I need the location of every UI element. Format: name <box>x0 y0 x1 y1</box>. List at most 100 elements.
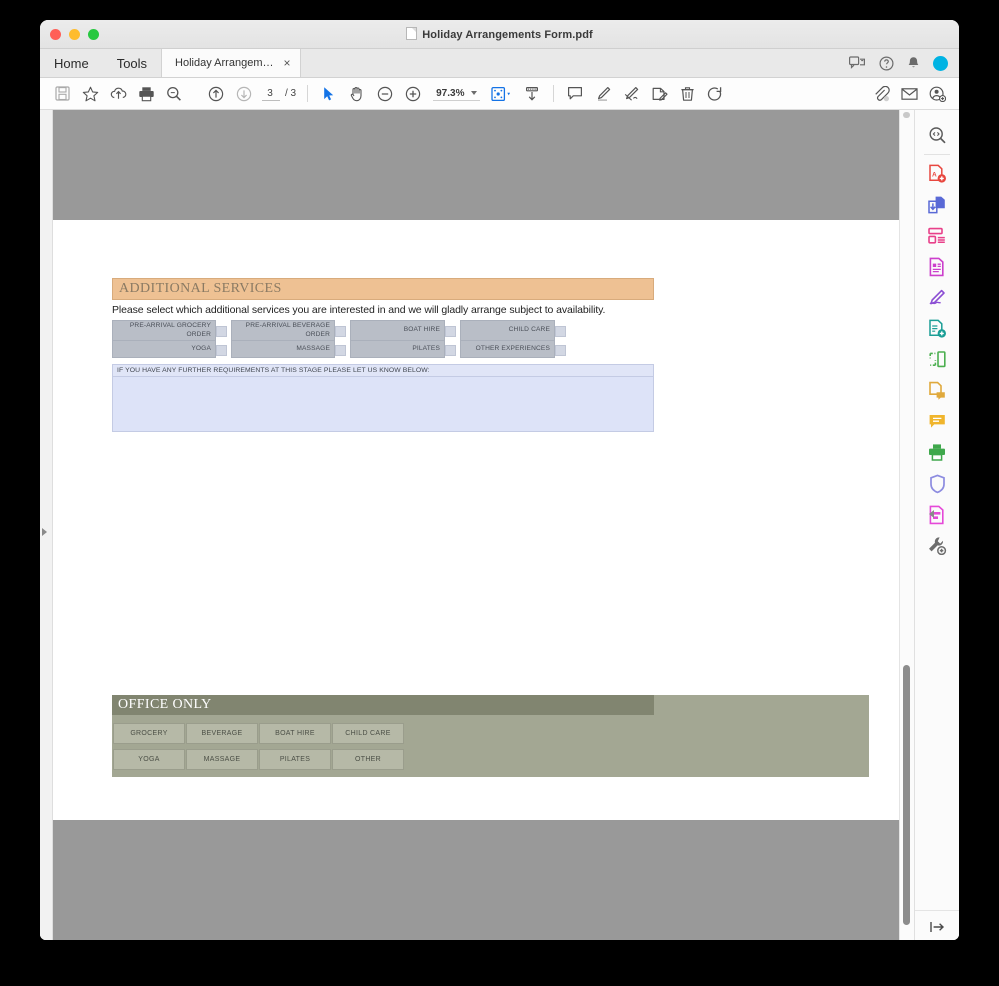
service-checkbox-pre-arrival-beverage[interactable] <box>335 326 346 337</box>
tools-divider <box>924 154 950 155</box>
document-icon <box>406 27 418 40</box>
scan-ocr-icon[interactable] <box>915 437 959 468</box>
highlight-icon[interactable] <box>589 86 617 102</box>
office-button-grocery[interactable]: GROCERY <box>113 723 185 744</box>
page-navigation[interactable]: 3 / 3 <box>262 87 296 101</box>
nav-tools[interactable]: Tools <box>103 49 161 77</box>
left-panel-collapsed[interactable] <box>40 110 53 940</box>
pdf-reader-window: Holiday Arrangements Form.pdf Home Tools… <box>40 20 959 940</box>
create-pdf-icon[interactable]: A <box>915 158 959 189</box>
page-thumbnail-icon[interactable] <box>486 86 518 102</box>
service-label-pre-arrival-beverage: PRE-ARRIVAL BEVERAGE ORDER <box>231 320 335 341</box>
close-tab-icon[interactable]: × <box>283 57 290 69</box>
service-checkbox-boat-hire[interactable] <box>445 326 456 337</box>
search-tool-icon[interactable] <box>915 120 959 151</box>
email-icon[interactable] <box>895 87 923 101</box>
expand-left-panel-icon[interactable] <box>42 528 47 536</box>
expand-panel-button[interactable] <box>915 910 959 934</box>
draw-icon[interactable] <box>617 86 645 102</box>
combine-files-icon[interactable] <box>915 189 959 220</box>
zoom-out-button[interactable] <box>371 86 399 102</box>
compress-pdf-icon[interactable] <box>915 344 959 375</box>
next-page-icon[interactable] <box>230 86 258 102</box>
hand-tool-icon[interactable] <box>343 86 371 102</box>
zoom-level-dropdown[interactable]: 97.3% <box>433 87 481 101</box>
service-group-grocery: PRE-ARRIVAL GROCERY ORDER YOGA <box>112 320 227 358</box>
request-signatures-icon[interactable] <box>915 375 959 406</box>
service-checkbox-yoga[interactable] <box>216 345 227 356</box>
office-button-child-care[interactable]: CHILD CARE <box>332 723 404 744</box>
further-requirements-block: IF YOU HAVE ANY FURTHER REQUIREMENTS AT … <box>112 364 654 432</box>
nav-home[interactable]: Home <box>40 49 103 77</box>
app-body: ADDITIONAL SERVICES Please select which … <box>40 110 959 940</box>
office-button-pilates[interactable]: PILATES <box>259 749 331 770</box>
service-checkbox-pilates[interactable] <box>445 345 456 356</box>
office-button-yoga[interactable]: YOGA <box>113 749 185 770</box>
service-checkbox-massage[interactable] <box>335 345 346 356</box>
service-label-pilates: PILATES <box>350 341 445 358</box>
zoom-in-button[interactable] <box>399 86 427 102</box>
office-button-beverage[interactable]: BEVERAGE <box>186 723 258 744</box>
comment-tool-icon[interactable] <box>915 406 959 437</box>
window-title-text: Holiday Arrangements Form.pdf <box>422 29 593 41</box>
save-icon[interactable] <box>48 86 76 101</box>
share-icon[interactable] <box>849 56 866 70</box>
protect-icon[interactable] <box>915 468 959 499</box>
office-button-massage[interactable]: MASSAGE <box>186 749 258 770</box>
svg-text:A: A <box>932 171 937 178</box>
star-icon[interactable] <box>76 86 104 102</box>
office-button-other[interactable]: OTHER <box>332 749 404 770</box>
main-toolbar: 3 / 3 97.3% <box>40 78 959 110</box>
account-avatar[interactable] <box>933 55 948 71</box>
vertical-scrollbar-thumb[interactable] <box>903 665 910 925</box>
document-tab[interactable]: Holiday Arrangem… × <box>161 49 301 77</box>
organize-pages-icon[interactable] <box>915 220 959 251</box>
scrollbar-top-marker <box>903 112 910 118</box>
service-checkbox-other-experiences[interactable] <box>555 345 566 356</box>
upload-cloud-icon[interactable] <box>104 86 132 101</box>
select-tool-icon[interactable] <box>315 86 343 102</box>
office-button-boat-hire[interactable]: BOAT HIRE <box>259 723 331 744</box>
add-person-icon[interactable] <box>923 86 951 102</box>
office-only-title: OFFICE ONLY <box>118 697 212 712</box>
service-label-other-experiences: OTHER EXPERIENCES <box>460 341 555 358</box>
service-checkbox-pre-arrival-grocery[interactable] <box>216 326 227 337</box>
rotate-icon[interactable] <box>701 86 729 102</box>
toolbar-divider <box>307 85 309 102</box>
bell-icon[interactable] <box>907 56 920 71</box>
print-icon[interactable] <box>132 86 160 102</box>
additional-services-section: ADDITIONAL SERVICES Please select which … <box>112 278 654 432</box>
edit-pdf-icon[interactable] <box>915 251 959 282</box>
delete-icon[interactable] <box>673 86 701 102</box>
document-viewport[interactable]: ADDITIONAL SERVICES Please select which … <box>53 110 899 940</box>
service-label-pre-arrival-grocery: PRE-ARRIVAL GROCERY ORDER <box>112 320 216 341</box>
additional-services-header: ADDITIONAL SERVICES <box>112 278 654 300</box>
service-checkbox-child-care[interactable] <box>555 326 566 337</box>
redact-icon[interactable] <box>915 499 959 530</box>
tab-bar-spacer <box>301 49 850 77</box>
attach-icon[interactable] <box>867 85 895 102</box>
search-icon[interactable] <box>160 86 188 102</box>
tab-bar-actions <box>849 49 959 77</box>
minimize-window-button[interactable] <box>69 28 80 40</box>
more-tools-icon[interactable] <box>915 530 959 561</box>
service-group-boat-hire: BOAT HIRE PILATES <box>350 320 456 358</box>
toolbar-divider-2 <box>553 85 555 102</box>
additional-services-intro: Please select which additional services … <box>112 304 606 316</box>
export-pdf-icon[interactable] <box>915 313 959 344</box>
comment-icon[interactable] <box>561 86 589 101</box>
further-requirements-textarea[interactable] <box>112 376 654 432</box>
chevron-down-icon[interactable] <box>471 91 478 95</box>
stamp-icon[interactable] <box>645 86 673 102</box>
current-page-input[interactable]: 3 <box>262 87 280 101</box>
window-title: Holiday Arrangements Form.pdf <box>40 27 959 41</box>
vertical-scrollbar[interactable] <box>899 110 914 940</box>
next-page-area <box>53 820 899 940</box>
scroll-mode-icon[interactable] <box>518 86 546 102</box>
previous-page-icon[interactable] <box>202 86 230 102</box>
fill-sign-icon[interactable] <box>915 282 959 313</box>
close-window-button[interactable] <box>50 28 61 40</box>
collapse-tools-panel-icon[interactable] <box>929 510 934 518</box>
maximize-window-button[interactable] <box>88 28 99 40</box>
help-icon[interactable] <box>879 55 894 71</box>
